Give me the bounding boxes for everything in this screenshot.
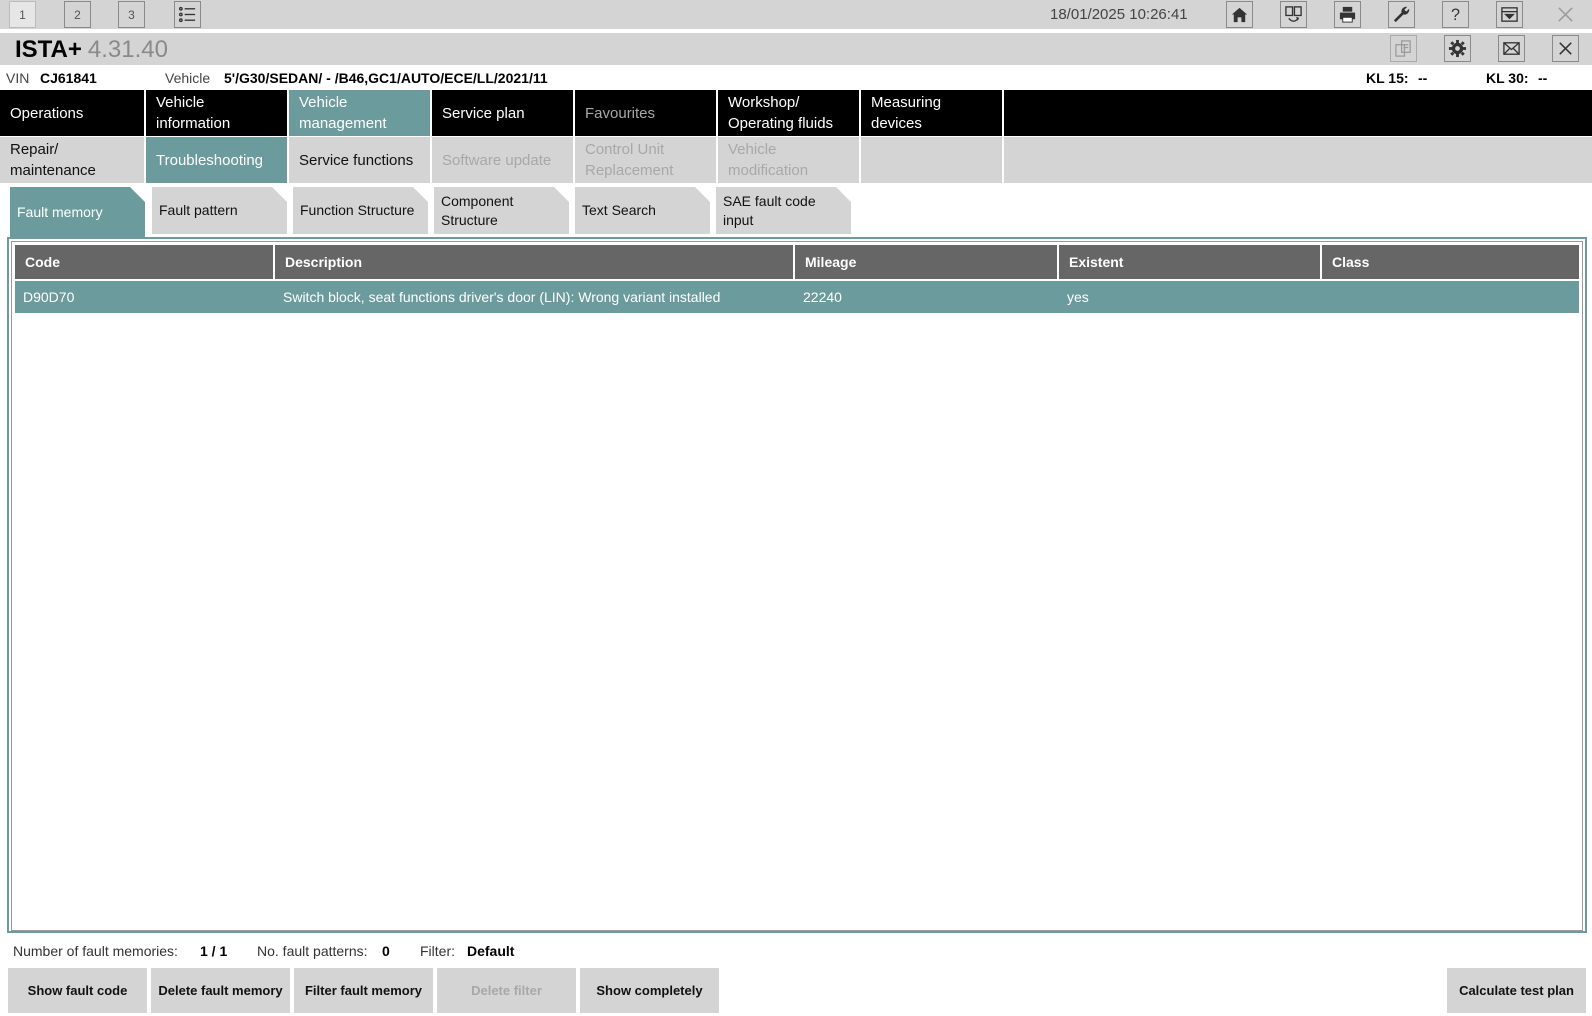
tab-service-plan[interactable]: Service plan: [432, 90, 575, 136]
column-header-mileage[interactable]: Mileage: [795, 245, 1059, 279]
cell-existent: yes: [1067, 289, 1089, 305]
tab-component-structure[interactable]: Component Structure: [434, 187, 569, 234]
sub-navigation: Repair/ maintenance Troubleshooting Serv…: [0, 137, 1592, 183]
connection-button[interactable]: [1280, 1, 1307, 28]
main-navigation: Operations Vehicle information Vehicle m…: [0, 90, 1592, 136]
copy-button[interactable]: [1390, 35, 1417, 62]
show-fault-code-button[interactable]: Show fault code: [8, 968, 147, 1013]
tab-text-search[interactable]: Text Search: [575, 187, 710, 234]
kl15-value: --: [1418, 70, 1428, 86]
table-row[interactable]: D90D70 Switch block, seat functions driv…: [15, 281, 1579, 313]
vehicle-value: 5'/G30/SEDAN/ - /B46,GC1/AUTO/ECE/LL/202…: [224, 70, 548, 86]
show-completely-button[interactable]: Show completely: [580, 968, 719, 1013]
list-view-button[interactable]: [174, 1, 201, 28]
datetime: 18/01/2025 10:26:41: [1050, 6, 1188, 23]
fault-tabs: Fault memory Fault pattern Function Stru…: [0, 187, 1592, 237]
app-version: 4.31.40: [87, 36, 168, 63]
tab-function-structure[interactable]: Function Structure: [293, 187, 428, 234]
table-header: Code Description Mileage Existent Class: [15, 245, 1579, 279]
workspace-1-button[interactable]: 1: [9, 1, 36, 28]
close-icon: [1558, 7, 1573, 22]
print-button[interactable]: [1334, 1, 1361, 28]
vin-value: CJ61841: [40, 70, 97, 86]
list-icon: [178, 6, 196, 23]
subtab-software-update[interactable]: Software update: [432, 137, 575, 183]
help-button[interactable]: ?: [1442, 1, 1469, 28]
gear-icon: [1448, 39, 1467, 58]
kl15-label: KL 15:: [1366, 70, 1409, 86]
top-bar: 1 2 3 18/01/2025 10:26:41 ?: [0, 0, 1592, 31]
envelope-icon: [1503, 42, 1520, 55]
delete-filter-button[interactable]: Delete filter: [437, 968, 576, 1013]
subtab-troubleshooting[interactable]: Troubleshooting: [146, 137, 289, 183]
help-icon: ?: [1451, 6, 1460, 24]
column-header-existent[interactable]: Existent: [1059, 245, 1322, 279]
cell-class: [1322, 281, 1579, 313]
title-bar: ISTA+ 4.31.40: [0, 33, 1592, 65]
tab-fault-memory[interactable]: Fault memory: [10, 187, 145, 237]
close-session-button[interactable]: [1552, 35, 1579, 62]
vehicle-info-line: VIN CJ61841 Vehicle 5'/G30/SEDAN/ - /B46…: [0, 66, 1592, 90]
home-icon: [1231, 7, 1248, 23]
subtab-empty: [861, 137, 1004, 183]
fault-memories-label: Number of fault memories:: [13, 943, 178, 959]
column-header-class[interactable]: Class: [1322, 245, 1579, 279]
copy-documents-icon: [1395, 40, 1411, 57]
close-icon: [1559, 42, 1572, 55]
fault-memories-value: 1 / 1: [200, 943, 228, 959]
subtab-vehicle-modification[interactable]: Vehicle modification: [718, 137, 861, 183]
app-title: ISTA+ 4.31.40: [15, 36, 168, 64]
filter-fault-memory-button[interactable]: Filter fault memory: [294, 968, 433, 1013]
delete-fault-memory-button[interactable]: Delete fault memory: [151, 968, 290, 1013]
column-header-code[interactable]: Code: [15, 245, 275, 279]
filter-value: Default: [467, 943, 515, 959]
vehicle-connection-icon: [1285, 6, 1302, 22]
cell-code: D90D70: [23, 289, 75, 305]
tab-sae-fault-code-input[interactable]: SAE fault code input: [716, 187, 851, 234]
tools-button[interactable]: [1388, 1, 1415, 28]
home-button[interactable]: [1226, 1, 1253, 28]
subtab-repair-maintenance[interactable]: Repair/ maintenance: [0, 137, 146, 183]
settings-button[interactable]: [1444, 35, 1471, 62]
workspace-3-button[interactable]: 3: [118, 1, 145, 28]
kl30-value: --: [1538, 70, 1548, 86]
vin-label: VIN: [6, 70, 30, 86]
tab-measuring-devices[interactable]: Measuring devices: [861, 90, 1004, 136]
minimize-button[interactable]: [1496, 1, 1523, 28]
fault-patterns-value: 0: [382, 943, 390, 959]
subtab-control-unit-replacement[interactable]: Control Unit Replacement: [575, 137, 718, 183]
close-app-button[interactable]: [1552, 1, 1579, 28]
tab-operations[interactable]: Operations: [0, 90, 146, 136]
tab-vehicle-management[interactable]: Vehicle management: [289, 90, 432, 136]
tab-fault-pattern[interactable]: Fault pattern: [152, 187, 287, 234]
subtab-service-functions[interactable]: Service functions: [289, 137, 432, 183]
workspace-2-button[interactable]: 2: [64, 1, 91, 28]
fault-memory-panel: Code Description Mileage Existent Class …: [7, 237, 1587, 933]
svg-text:?: ?: [1451, 6, 1460, 24]
message-button[interactable]: [1498, 35, 1525, 62]
cell-mileage: 22240: [803, 289, 842, 305]
vehicle-label: Vehicle: [165, 70, 211, 86]
wrench-icon: [1393, 6, 1410, 23]
column-header-description[interactable]: Description: [275, 245, 795, 279]
fault-memory-table: Code Description Mileage Existent Class …: [11, 241, 1583, 931]
tab-workshop-operating-fluids[interactable]: Workshop/ Operating fluids: [718, 90, 861, 136]
calculate-test-plan-button[interactable]: Calculate test plan: [1447, 968, 1586, 1013]
fault-patterns-label: No. fault patterns:: [257, 943, 368, 959]
filter-label: Filter:: [420, 943, 455, 959]
kl30-label: KL 30:: [1486, 70, 1529, 86]
cell-description: Switch block, seat functions driver's do…: [283, 289, 721, 305]
app-name: ISTA+: [15, 36, 82, 63]
tab-vehicle-information[interactable]: Vehicle information: [146, 90, 289, 136]
printer-icon: [1339, 6, 1356, 23]
fault-stats: Number of fault memories: 1 / 1 No. faul…: [0, 940, 1592, 962]
window-minimize-icon: [1501, 7, 1518, 22]
tab-favourites[interactable]: Favourites: [575, 90, 718, 136]
